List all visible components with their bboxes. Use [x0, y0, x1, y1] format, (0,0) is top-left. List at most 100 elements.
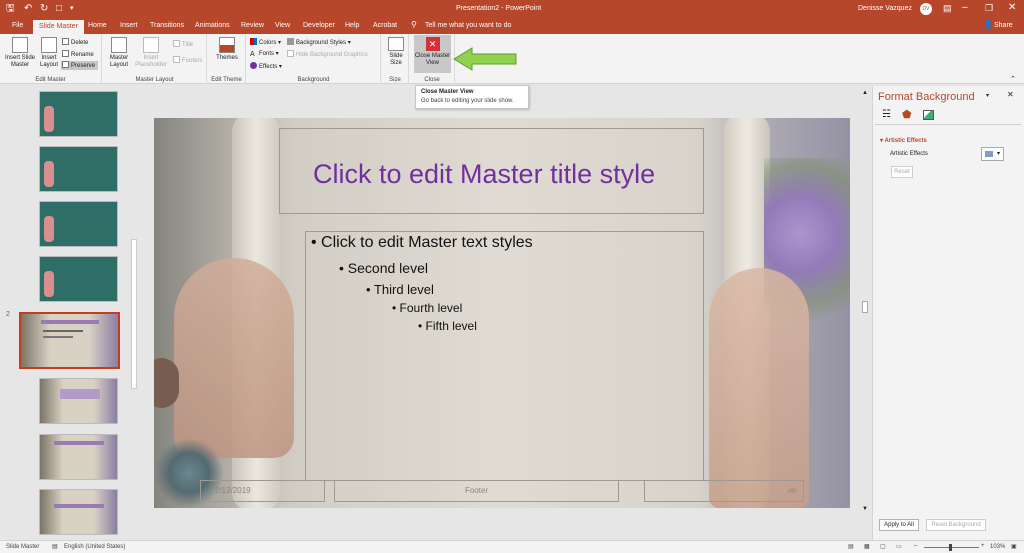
colors-dropdown[interactable]: Colors ▾ — [250, 38, 281, 47]
themes-button[interactable]: Themes — [213, 37, 241, 62]
background-group-label: Background — [297, 77, 330, 83]
reset-button[interactable]: Reset — [891, 166, 913, 178]
scroll-up-icon[interactable]: ▲ — [862, 90, 868, 96]
tab-insert[interactable]: Insert — [120, 21, 138, 31]
window-title: Presentation2 - PowerPoint — [456, 5, 542, 12]
pane-options-icon[interactable]: ▾ — [986, 92, 989, 99]
slide-sorter-icon[interactable]: ▦ — [864, 543, 870, 550]
delete-button[interactable]: Delete — [62, 38, 88, 47]
picture-tab-icon[interactable] — [923, 110, 934, 120]
tab-animations[interactable]: Animations — [195, 21, 230, 31]
slideshow-view-icon[interactable]: ▭ — [896, 543, 902, 550]
share-button[interactable]: Share — [994, 21, 1013, 31]
insert-placeholder-button[interactable]: Insert Placeholder — [133, 37, 169, 69]
reset-background-button[interactable]: Reset Background — [926, 519, 986, 531]
effects-tab-icon[interactable]: ⬟ — [902, 108, 912, 121]
master-title-text: Click to edit Master title style — [313, 159, 656, 189]
slide-master[interactable]: Click to edit Master title style • Click… — [154, 118, 850, 508]
tab-file[interactable]: File — [12, 21, 23, 31]
fill-icon[interactable]: ☵ — [882, 109, 891, 120]
tab-acrobat[interactable]: Acrobat — [373, 21, 397, 31]
body-placeholder[interactable]: • Click to edit Master text styles • Sec… — [305, 231, 704, 481]
normal-view-icon[interactable]: ▤ — [848, 543, 854, 550]
customize-toolbar-icon[interactable]: ▾ — [70, 3, 74, 15]
tab-developer[interactable]: Developer — [303, 21, 335, 31]
slide-number-placeholder[interactable]: ‹#› — [644, 480, 804, 502]
rename-label: Rename — [71, 52, 94, 58]
thumbnail-slide[interactable] — [39, 91, 118, 137]
undo-icon[interactable]: ↶ — [24, 3, 32, 15]
body-level-2: • Second level — [339, 260, 428, 276]
thumbnail-slide[interactable] — [39, 434, 118, 480]
insert-layout-button[interactable]: Insert Layout — [38, 37, 60, 69]
themes-label: Themes — [216, 55, 238, 61]
proofing-icon[interactable]: ▤ — [52, 543, 58, 550]
restore-icon[interactable]: ❐ — [985, 3, 993, 14]
rename-icon — [62, 50, 69, 57]
annotation-arrow — [453, 47, 517, 71]
preserve-button[interactable]: Preserve — [61, 61, 99, 70]
redo-icon[interactable]: ↻ — [40, 3, 48, 15]
background-styles-dropdown[interactable]: Background Styles ▾ — [287, 38, 351, 47]
zoom-level[interactable]: 103% — [990, 544, 1005, 550]
close-master-view-label: Close Master View — [414, 53, 451, 66]
artistic-effects-section[interactable]: ▾ Artistic Effects — [880, 137, 927, 144]
fonts-dropdown[interactable]: A Fonts ▾ — [250, 50, 279, 58]
thumbnail-scrollbar[interactable] — [131, 239, 137, 389]
close-master-view-button[interactable]: ✕ Close Master View — [414, 35, 451, 73]
ribbon-display-options-icon[interactable]: ▤ — [943, 3, 952, 14]
artistic-effects-label: Artistic Effects — [890, 151, 928, 157]
user-name[interactable]: Denisse Vazquez — [858, 5, 912, 12]
footer-placeholder[interactable]: Footer — [334, 480, 619, 502]
start-slideshow-icon[interactable]: □ — [56, 3, 62, 15]
master-layout-icon — [111, 37, 127, 53]
close-window-icon[interactable]: ✕ — [1008, 2, 1016, 13]
tab-review[interactable]: Review — [241, 21, 264, 31]
artistic-effects-dropdown[interactable]: ▾ — [981, 147, 1004, 161]
scroll-down-icon[interactable]: ▼ — [862, 506, 868, 512]
slide-size-button[interactable]: Slide Size — [384, 37, 408, 67]
tab-home[interactable]: Home — [88, 21, 107, 31]
tab-transitions[interactable]: Transitions — [150, 21, 184, 31]
save-icon[interactable]: 🖫 — [6, 3, 15, 15]
thumbnail-slide[interactable] — [39, 201, 118, 247]
checkbox-icon — [173, 56, 180, 63]
effects-icon — [250, 62, 257, 69]
zoom-slider-thumb[interactable] — [949, 544, 952, 551]
rename-button[interactable]: Rename — [62, 50, 94, 59]
master-layout-button[interactable]: Master Layout — [106, 37, 132, 69]
date-placeholder[interactable]: 2/12/2019 — [200, 480, 325, 502]
thumbnail-slide[interactable] — [39, 256, 118, 302]
language-indicator[interactable]: English (United States) — [64, 544, 125, 550]
minimize-icon[interactable]: – — [962, 2, 968, 13]
thumbnail-slide[interactable] — [39, 146, 118, 192]
share-icon[interactable]: 👤 — [983, 20, 993, 30]
reading-view-icon[interactable]: ▢ — [880, 543, 886, 550]
insert-slide-master-button[interactable]: Insert Slide Master — [4, 37, 36, 69]
pane-close-icon[interactable]: ✕ — [1007, 90, 1014, 99]
apply-to-all-button[interactable]: Apply to All — [879, 519, 919, 531]
pane-divider — [875, 124, 1021, 125]
effects-dropdown[interactable]: Effects ▾ — [250, 62, 282, 71]
title-placeholder[interactable]: Click to edit Master title style — [279, 128, 704, 214]
fit-to-window-icon[interactable]: ▣ — [1011, 543, 1017, 550]
zoom-out-icon[interactable]: – — [914, 543, 917, 549]
tab-help[interactable]: Help — [345, 21, 359, 31]
thumbnail-slide[interactable] — [39, 489, 118, 535]
vertical-scrollbar-thumb[interactable] — [862, 301, 868, 313]
collapse-ribbon-icon[interactable]: ⌃ — [1010, 75, 1016, 83]
group-master-layout: Master Layout Insert Placeholder Title F… — [103, 34, 207, 84]
hide-background-graphics-checkbox[interactable]: Hide Background Graphics — [287, 50, 368, 59]
tab-slide-master[interactable]: Slide Master — [33, 20, 84, 34]
thumbnail-slide-master-selected[interactable] — [19, 312, 120, 369]
title-checkbox[interactable]: Title — [173, 40, 193, 49]
avatar[interactable]: DV — [920, 3, 932, 15]
footers-checkbox[interactable]: Footers — [173, 56, 202, 65]
tab-view[interactable]: View — [275, 21, 290, 31]
thumbnail-slide[interactable] — [39, 378, 118, 424]
ribbon-tabs: File Slide Master Home Insert Transition… — [0, 18, 1024, 34]
tell-me-search[interactable]: Tell me what you want to do — [425, 21, 511, 31]
delete-label: Delete — [71, 40, 89, 46]
zoom-in-icon[interactable]: + — [981, 543, 985, 549]
status-bar: Slide Master ▤ English (United States) ▤… — [0, 540, 1024, 553]
